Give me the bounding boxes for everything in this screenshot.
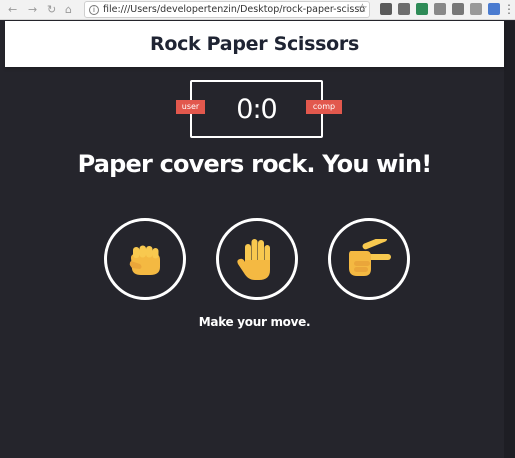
comp-badge: comp (306, 100, 342, 114)
score-display: 0:0 (236, 93, 277, 125)
result-message: Paper covers rock. You win! (77, 150, 433, 178)
extension-icon[interactable] (398, 3, 410, 15)
paper-choice-button[interactable] (216, 218, 298, 300)
forward-icon[interactable]: → (28, 2, 37, 18)
app-header: Rock Paper Scissors (5, 21, 504, 67)
scoreboard: 0:0 (190, 80, 323, 138)
extension-icon[interactable] (434, 3, 446, 15)
browser-toolbar: ← → ↻ ⌂ i file:///Users/developertenzin/… (0, 0, 515, 20)
scissors-choice-button[interactable] (328, 218, 410, 300)
rock-choice-button[interactable] (104, 218, 186, 300)
extension-icons (380, 3, 500, 15)
back-icon[interactable]: ← (8, 2, 17, 18)
open-hand-icon (237, 239, 270, 280)
extension-icon[interactable] (416, 3, 428, 15)
user-badge: user (176, 100, 205, 114)
move-prompt: Make your move. (198, 315, 311, 329)
info-icon[interactable]: i (89, 4, 99, 15)
extension-icon[interactable] (470, 3, 482, 15)
extension-icon[interactable] (488, 3, 500, 15)
page-title: Rock Paper Scissors (149, 33, 359, 55)
star-icon[interactable]: ☆ (357, 1, 368, 15)
address-bar[interactable]: i file:///Users/developertenzin/Desktop/… (84, 1, 370, 18)
fist-icon (129, 245, 160, 275)
reload-icon[interactable]: ↻ (47, 2, 56, 18)
extension-icon[interactable] (452, 3, 464, 15)
menu-icon[interactable]: ⋮ (503, 2, 515, 16)
home-icon[interactable]: ⌂ (65, 2, 72, 18)
extension-icon[interactable] (380, 3, 392, 15)
window-edge (504, 21, 515, 458)
url-text: file:///Users/developertenzin/Desktop/ro… (103, 4, 365, 15)
peace-hand-icon (349, 239, 391, 276)
